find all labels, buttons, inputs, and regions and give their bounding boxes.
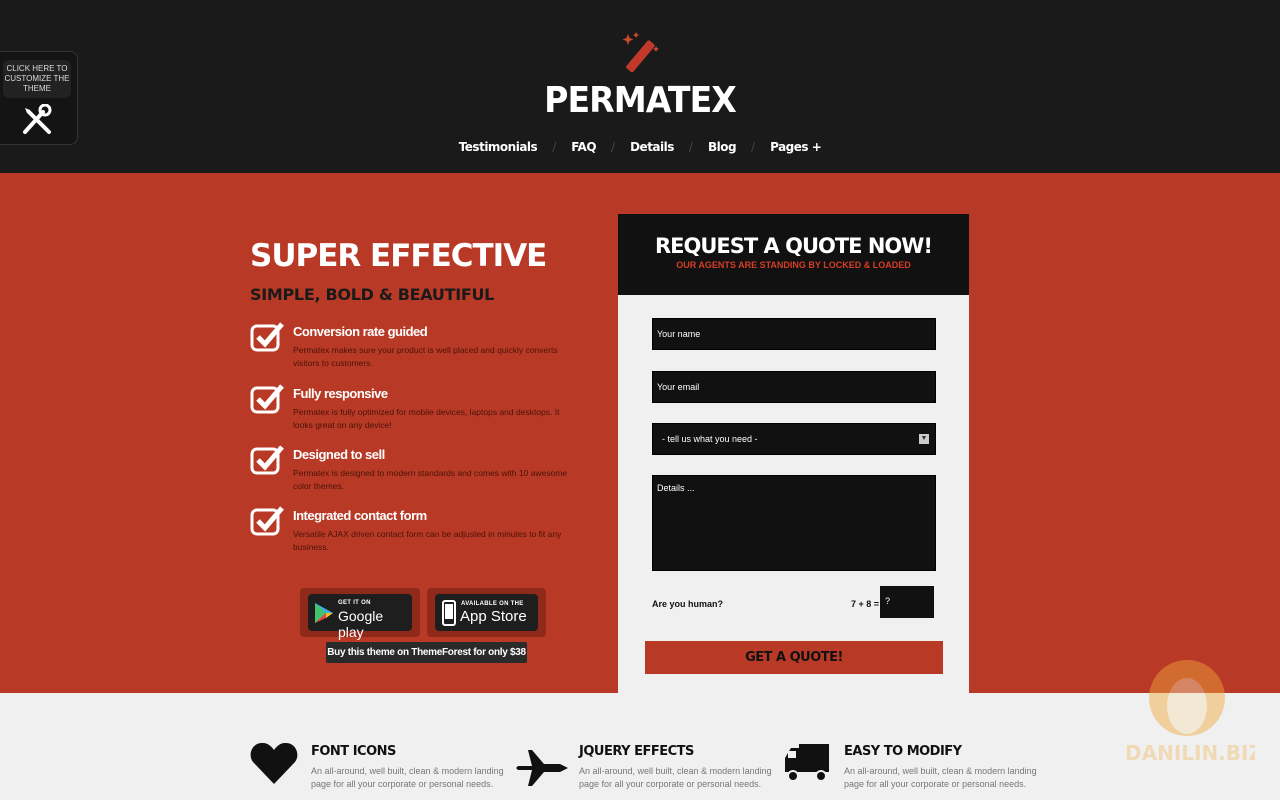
hero-title: SUPER EFFECTIVE [250,238,547,274]
feature-title: Integrated contact form [293,508,427,523]
feature-title: Designed to sell [293,447,385,462]
need-select[interactable]: - tell us what you need - ▼ [652,423,936,455]
nav-faq[interactable]: FAQ [571,140,596,154]
app-store-button[interactable]: AVAILABLE ON THE App Store [427,588,546,637]
nav-pages[interactable]: Pages + [770,140,822,154]
google-play-icon [315,603,333,623]
heart-icon [250,742,298,784]
apple-small-text: AVAILABLE ON THE [461,601,524,607]
details-textarea[interactable]: Details ... [652,475,936,571]
themeforest-button[interactable]: Buy this theme on ThemeForest for only $… [326,642,527,663]
checkbox-icon [250,506,284,536]
captcha-input[interactable]: ? [880,586,934,618]
checkbox-icon [250,384,284,414]
svg-text:DANILIN.BIZ: DANILIN.BIZ [1125,741,1255,765]
feature-desc: Versatile AJAX driven contact form can b… [293,529,562,552]
feature-title: Conversion rate guided [293,324,428,339]
google-play-button[interactable]: GET IT ON Google play [300,588,420,640]
nav-separator: / [688,140,693,154]
nav-separator: / [611,140,616,154]
site-header: PERMATEX Testimonials / FAQ / Details / Blo… [0,0,1280,173]
benefit-desc: An all-around, well built, clean & moder… [579,766,772,789]
google-big-text: Google play [338,608,384,640]
form-header: REQUEST A QUOTE NOW! OUR AGENTS ARE STAN… [618,214,969,295]
magic-wand-icon [622,32,659,73]
name-input[interactable]: Your name [652,318,936,350]
feature-desc: Permatex is fully optimized for mobile d… [293,407,560,430]
feature-desc: Permatex makes sure your product is well… [293,345,558,368]
apple-big-text: App Store [460,608,527,625]
checkbox-icon [250,322,284,352]
nav-details[interactable]: Details [630,140,674,154]
captcha-label: Are you human? [652,599,724,609]
customize-label: CLICK HERE TO CUSTOMIZE THE THEME [3,60,71,98]
main-nav: Testimonials / FAQ / Details / Blog / Pages … [0,140,1280,154]
hero-subtitle: SIMPLE, BOLD & BEAUTIFUL [250,285,495,304]
truck-icon [785,744,829,782]
jet-icon [516,750,568,786]
captcha-equation: 7 + 8 = [851,599,880,609]
benefit-desc: An all-around, well built, clean & moder… [844,766,1037,789]
feature-desc: Permatex is designed to modern standards… [293,468,568,491]
nav-blog[interactable]: Blog [708,140,737,154]
nav-testimonials[interactable]: Testimonials [459,140,538,154]
benefit-title: JQUERY EFFECTS [579,744,694,759]
checkbox-icon [250,445,284,475]
benefit-title: FONT ICONS [311,744,396,759]
quote-form: REQUEST A QUOTE NOW! OUR AGENTS ARE STAN… [618,214,969,694]
nav-separator: / [751,140,756,154]
form-title: REQUEST A QUOTE NOW! [655,234,933,258]
chevron-down-icon: ▼ [919,434,929,444]
form-subtitle: OUR AGENTS ARE STANDING BY LOCKED & LOAD… [676,260,911,270]
benefit-title: EASY TO MODIFY [844,744,962,759]
tools-icon [23,104,52,134]
select-value: - tell us what you need - [662,434,758,444]
email-input[interactable]: Your email [652,371,936,403]
nav-separator: / [552,140,557,154]
get-quote-button[interactable]: GET A QUOTE! [645,641,943,674]
google-small-text: GET IT ON [338,600,371,606]
feature-title: Fully responsive [293,386,388,401]
watermark-logo: DANILIN.BIZ [1125,660,1255,765]
customize-theme-button[interactable]: CLICK HERE TO CUSTOMIZE THE THEME [0,51,78,145]
phone-icon [442,600,456,626]
site-logo[interactable]: PERMATEX [51,80,1229,121]
benefit-desc: An all-around, well built, clean & moder… [311,766,504,789]
